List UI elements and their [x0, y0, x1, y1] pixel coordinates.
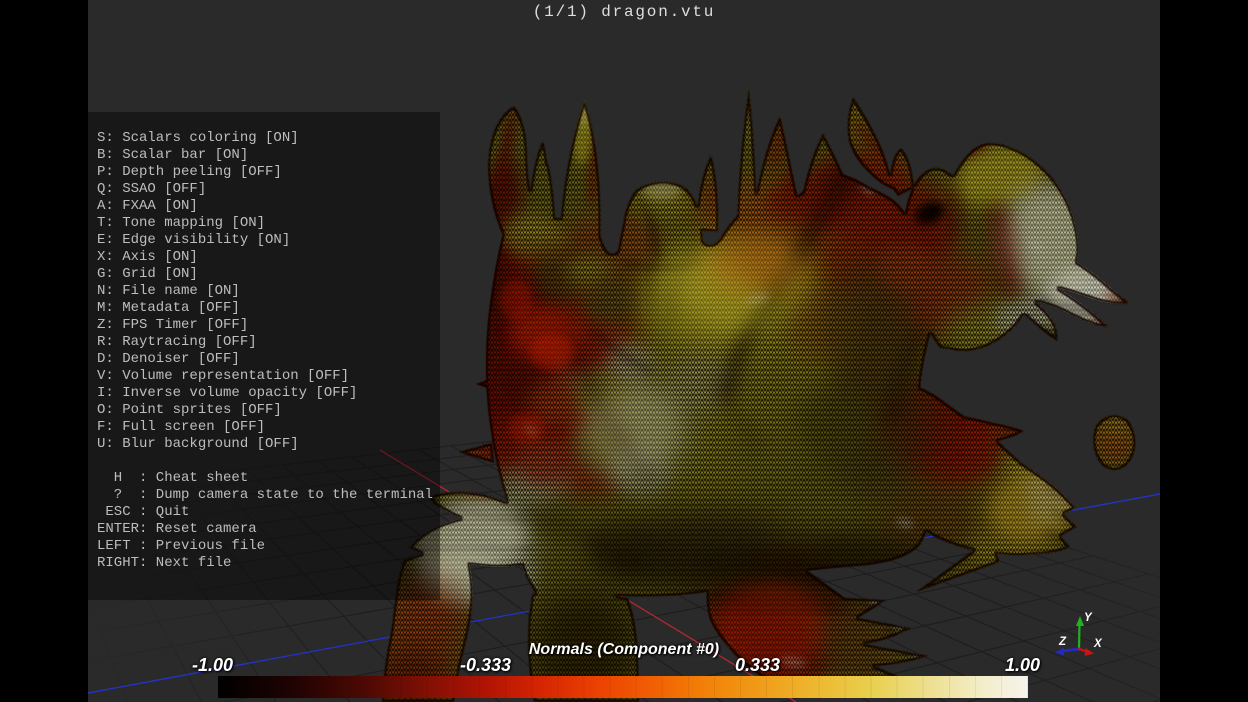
- svg-text:Y: Y: [1084, 612, 1093, 624]
- svg-text:X: X: [1093, 638, 1103, 650]
- svg-text:Z: Z: [1058, 636, 1067, 648]
